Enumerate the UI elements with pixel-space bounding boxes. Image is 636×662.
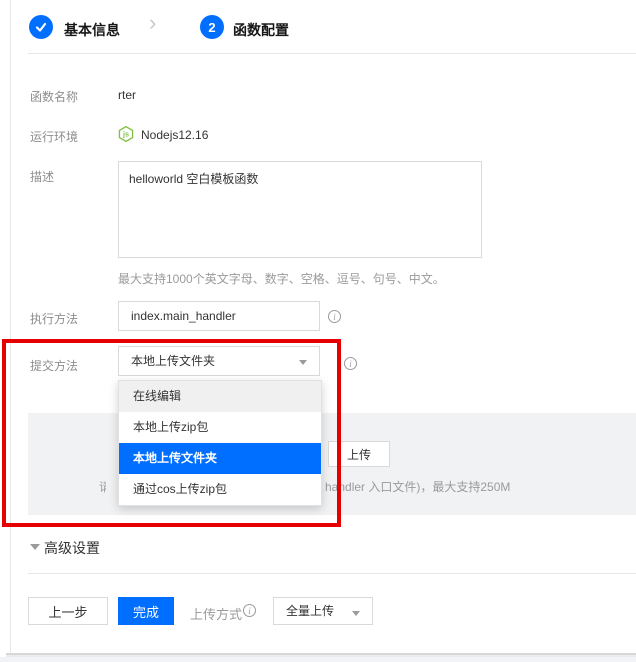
page-background-strip [0, 657, 636, 662]
description-helper: 最大支持1000个英文字母、数字、空格、逗号、句号、中文。 [118, 270, 445, 287]
upload-mode-value: 全量上传 [286, 604, 334, 618]
upload-mode-select[interactable]: 全量上传 [273, 597, 373, 625]
code-hint: handler 入口文件)，最大支持250M [325, 478, 510, 495]
dropdown-option-cos-zip[interactable]: 通过cos上传zip包 [119, 474, 321, 505]
step-1-circle[interactable] [29, 15, 53, 39]
runtime-value: Nodejs12.16 [141, 128, 208, 142]
function-name-value: rter [118, 88, 136, 102]
chevron-down-icon [352, 611, 360, 616]
advanced-settings-label: 高级设置 [44, 538, 100, 558]
card-left-border [10, 0, 11, 654]
step-2-circle: 2 [200, 15, 224, 39]
triangle-down-icon [30, 544, 40, 550]
dropdown-option-local-folder[interactable]: 本地上传文件夹 [119, 443, 321, 474]
chevron-down-icon [299, 360, 307, 365]
check-icon [34, 20, 48, 34]
description-textarea[interactable]: helloworld 空白模板函数 [118, 161, 482, 258]
finish-button[interactable]: 完成 [118, 597, 174, 625]
submit-method-info-icon[interactable]: i [344, 357, 357, 370]
prev-step-button[interactable]: 上一步 [28, 597, 108, 625]
function-name-label: 函数名称 [30, 88, 78, 105]
submit-method-dropdown-list: 在线编辑 本地上传zip包 本地上传文件夹 通过cos上传zip包 [118, 380, 322, 506]
upload-mode-info-icon[interactable]: i [243, 604, 256, 617]
upload-button[interactable]: 上传 [328, 441, 390, 467]
step-2-number: 2 [208, 20, 215, 35]
nodejs-icon: js [117, 125, 135, 148]
runtime-label: 运行环境 [30, 128, 78, 145]
submit-method-label: 提交方法 [30, 357, 78, 374]
function-config-page: 基本信息 › 2 函数配置 函数名称 rter 运行环境 js Nodejs12… [0, 0, 636, 662]
submit-method-select[interactable]: 本地上传文件夹 [118, 346, 320, 376]
handler-info-icon[interactable]: i [328, 310, 341, 323]
step-2-label: 函数配置 [233, 20, 289, 40]
upload-mode-label: 上传方式 [190, 604, 242, 623]
submit-method-value: 本地上传文件夹 [131, 354, 215, 368]
handler-label: 执行方法 [30, 310, 78, 327]
description-label: 描述 [30, 168, 54, 185]
dropdown-option-local-zip[interactable]: 本地上传zip包 [119, 412, 321, 443]
code-hint-fragment: 请 [99, 478, 106, 493]
handler-input[interactable] [118, 301, 320, 331]
svg-text:js: js [122, 130, 129, 139]
step-1-label[interactable]: 基本信息 [64, 20, 120, 40]
header-divider [28, 53, 636, 54]
chevron-right-icon: › [149, 10, 156, 36]
dropdown-option-online-edit[interactable]: 在线编辑 [119, 381, 321, 412]
footer-divider [28, 573, 636, 574]
